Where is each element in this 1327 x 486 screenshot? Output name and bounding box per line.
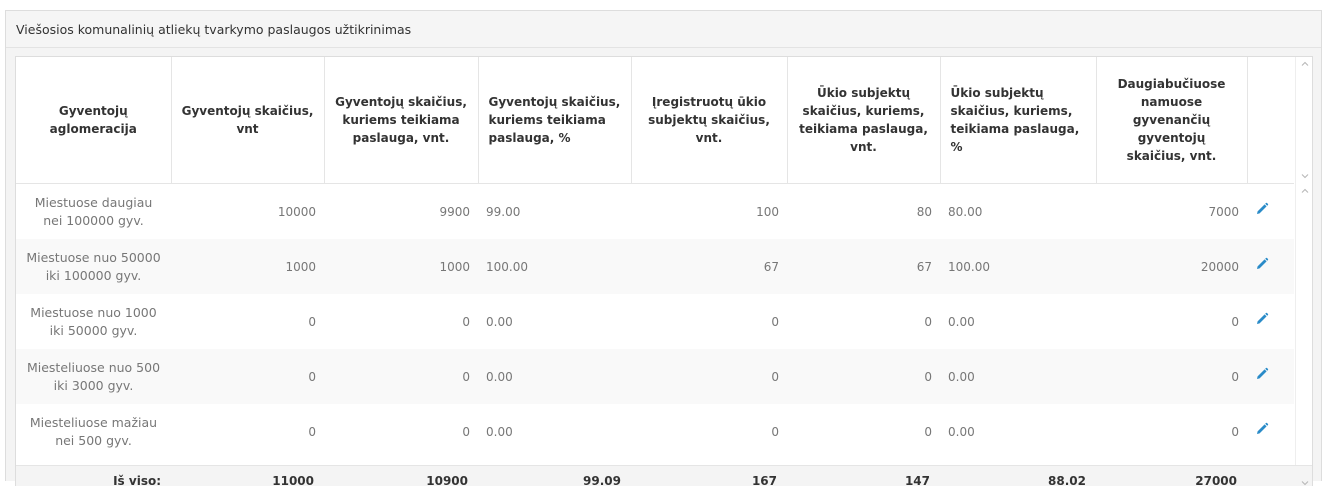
totals-label: Iš viso: bbox=[113, 473, 161, 486]
cell-apartment-residents: 20000 bbox=[1096, 239, 1247, 294]
cell-served-count: 9900 bbox=[439, 204, 470, 219]
cell-served-pct: 0.00 bbox=[486, 314, 513, 329]
totals-grid: Iš viso: 11000 10900 99.09 167 147 88.02… bbox=[16, 466, 1294, 486]
cell-entities-served-pct: 0.00 bbox=[940, 349, 1096, 404]
cell-actions bbox=[1247, 184, 1294, 239]
pencil-icon[interactable] bbox=[1255, 257, 1269, 271]
pencil-icon[interactable] bbox=[1255, 312, 1269, 326]
cell-registered-entities: 67 bbox=[631, 239, 787, 294]
header-actions bbox=[1247, 57, 1294, 184]
cell-agglomeration: Miesteliuose nuo 500 iki 3000 gyv. bbox=[16, 349, 171, 404]
cell-population: 0 bbox=[308, 314, 316, 329]
table-body[interactable]: Miestuose daugiau nei 100000 gyv. 10000 … bbox=[16, 184, 1294, 465]
table-header-grid: Gyventojų aglomeracija Gyventojų skaičiu… bbox=[16, 57, 1294, 184]
totals-spacer bbox=[1247, 466, 1294, 486]
cell-entities-served: 0 bbox=[924, 424, 932, 439]
cell-registered-entities: 0 bbox=[631, 349, 787, 404]
cell-served-pct: 0.00 bbox=[486, 424, 513, 439]
cell-entities-served-pct: 0.00 bbox=[948, 424, 975, 439]
table-body-grid: Miestuose daugiau nei 100000 gyv. 10000 … bbox=[16, 184, 1294, 459]
data-table-container: Gyventojų aglomeracija Gyventojų skaičiu… bbox=[15, 56, 1313, 486]
cell-served-pct: 0.00 bbox=[478, 349, 631, 404]
cell-served-count: 0 bbox=[462, 314, 470, 329]
cell-actions bbox=[1247, 404, 1294, 459]
pencil-icon[interactable] bbox=[1255, 422, 1269, 436]
cell-agglomeration: Miestuose nuo 50000 iki 100000 gyv. bbox=[16, 239, 171, 294]
cell-agglomeration: Miestuose daugiau nei 100000 gyv. bbox=[34, 194, 153, 228]
cell-served-count: 0 bbox=[462, 424, 470, 439]
cell-population: 10000 bbox=[277, 204, 316, 219]
header-entities-served[interactable]: Ūkio subjektų skaičius, kuriems, teikiam… bbox=[787, 57, 941, 184]
cell-entities-served-pct: 80.00 bbox=[948, 204, 983, 219]
cell-apartment-residents: 7000 bbox=[1208, 204, 1239, 219]
cell-population: 0 bbox=[171, 349, 324, 404]
cell-served-pct: 99.00 bbox=[486, 204, 521, 219]
total-entities-served-pct: 88.02 bbox=[1048, 473, 1086, 486]
table-row: Miesteliuose nuo 500 iki 3000 gyv. 0 0 0… bbox=[16, 349, 1294, 404]
cell-served-count: 1000 bbox=[324, 239, 478, 294]
total-served-count: 10900 bbox=[426, 473, 468, 486]
table-header: Gyventojų aglomeracija Gyventojų skaičiu… bbox=[16, 57, 1294, 184]
total-apartment-residents: 27000 bbox=[1195, 473, 1237, 486]
chevron-down-icon[interactable] bbox=[1300, 171, 1310, 181]
pencil-icon[interactable] bbox=[1255, 367, 1269, 381]
cell-apartment-residents: 0 bbox=[1231, 424, 1239, 439]
cell-registered-entities: 0 bbox=[771, 314, 779, 329]
table-row: Miesteliuose mažiau nei 500 gyv. 0 0 0.0… bbox=[16, 404, 1294, 459]
header-agglomeration[interactable]: Gyventojų aglomeracija bbox=[16, 57, 172, 184]
chevron-up-icon[interactable] bbox=[1300, 186, 1310, 196]
cell-agglomeration: Miestuose nuo 1000 iki 50000 gyv. bbox=[30, 304, 157, 338]
cell-served-count: 0 bbox=[324, 349, 478, 404]
cell-entities-served-pct: 0.00 bbox=[948, 314, 975, 329]
header-scrollbar[interactable] bbox=[1295, 57, 1312, 184]
cell-registered-entities: 100 bbox=[756, 204, 779, 219]
cell-population: 0 bbox=[308, 424, 316, 439]
waste-service-panel: Viešosios komunalinių atliekų tvarkymo p… bbox=[5, 10, 1322, 486]
total-entities-served: 147 bbox=[904, 473, 930, 486]
pencil-icon[interactable] bbox=[1255, 202, 1269, 216]
cell-entities-served-pct: 100.00 bbox=[940, 239, 1096, 294]
header-apartment-residents[interactable]: Daugiabučiuose namuose gyvenančių gyvent… bbox=[1096, 57, 1248, 184]
panel-title: Viešosios komunalinių atliekų tvarkymo p… bbox=[6, 11, 1321, 48]
total-registered-entities: 167 bbox=[751, 473, 777, 486]
cell-population: 1000 bbox=[171, 239, 324, 294]
cell-actions bbox=[1247, 349, 1294, 404]
header-entities-served-pct[interactable]: Ūkio subjektų skaičius, kuriems, teikiam… bbox=[940, 57, 1097, 184]
header-registered-entities[interactable]: Įregistruotų ūkio subjektų skaičius, vnt… bbox=[631, 57, 788, 184]
totals-row: Iš viso: 11000 10900 99.09 167 147 88.02… bbox=[16, 466, 1294, 486]
total-served-pct: 99.09 bbox=[583, 473, 621, 486]
chevron-down-icon[interactable] bbox=[1300, 478, 1310, 486]
total-population: 11000 bbox=[272, 473, 314, 486]
table-footer-totals: Iš viso: 11000 10900 99.09 167 147 88.02… bbox=[16, 465, 1312, 486]
cell-entities-served: 67 bbox=[787, 239, 940, 294]
cell-served-pct: 100.00 bbox=[478, 239, 631, 294]
table-row: Miestuose nuo 50000 iki 100000 gyv. 1000… bbox=[16, 239, 1294, 294]
cell-actions bbox=[1247, 294, 1294, 349]
chevron-up-icon[interactable] bbox=[1300, 59, 1310, 69]
cell-entities-served: 80 bbox=[916, 204, 932, 219]
cell-apartment-residents: 0 bbox=[1096, 349, 1247, 404]
table-row: Miestuose daugiau nei 100000 gyv. 10000 … bbox=[16, 184, 1294, 239]
body-scrollbar[interactable] bbox=[1295, 184, 1312, 465]
header-served-pct[interactable]: Gyventojų skaičius, kuriems teikiama pas… bbox=[478, 57, 632, 184]
cell-apartment-residents: 0 bbox=[1231, 314, 1239, 329]
cell-agglomeration: Miesteliuose mažiau nei 500 gyv. bbox=[29, 414, 158, 448]
cell-actions bbox=[1247, 239, 1294, 294]
cell-entities-served: 0 bbox=[787, 349, 940, 404]
cell-registered-entities: 0 bbox=[771, 424, 779, 439]
cell-entities-served: 0 bbox=[924, 314, 932, 329]
header-population[interactable]: Gyventojų skaičius, vnt bbox=[171, 57, 325, 184]
table-row: Miestuose nuo 1000 iki 50000 gyv. 0 0 0.… bbox=[16, 294, 1294, 349]
header-served-count[interactable]: Gyventojų skaičius, kuriems teikiama pas… bbox=[324, 57, 479, 184]
